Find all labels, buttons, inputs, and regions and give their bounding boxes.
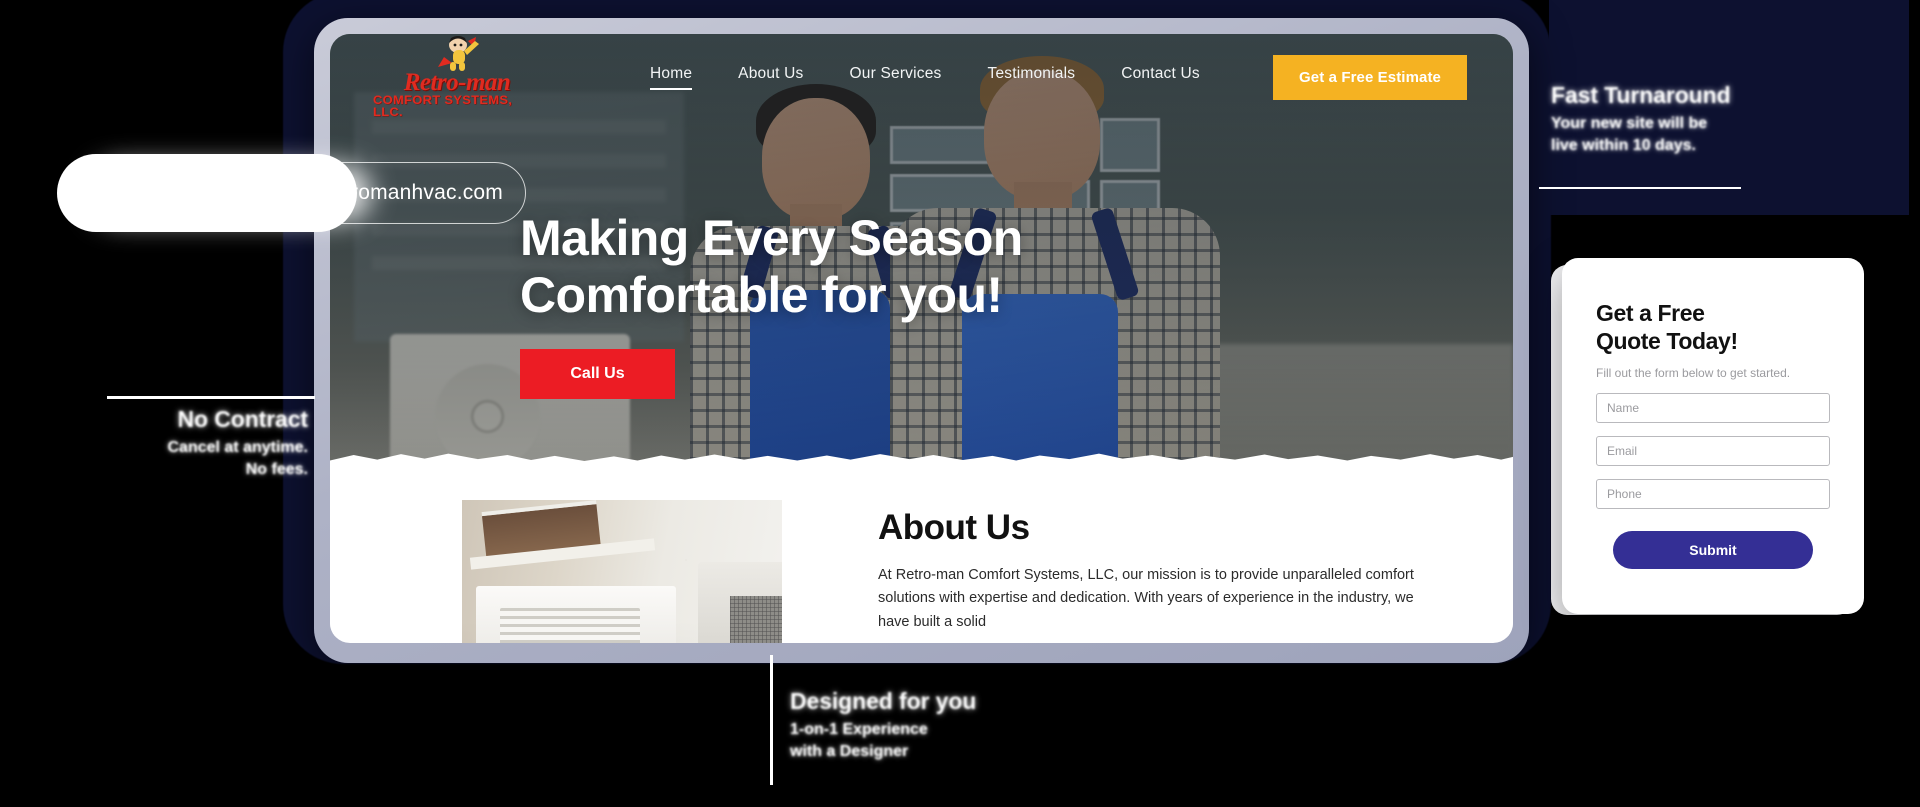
- about-section: About Us At Retro-man Comfort Systems, L…: [330, 476, 1513, 643]
- about-text-block: About Us At Retro-man Comfort Systems, L…: [878, 500, 1438, 636]
- annotation-connector-bottom: [770, 655, 773, 785]
- annotation-left-title: No Contract: [177, 406, 308, 432]
- nav-item-our-services[interactable]: Our Services: [850, 65, 942, 90]
- hero-heading-line-2: Comfortable for you!: [520, 266, 1003, 323]
- quote-form-card: Get a Free Quote Today! Fill out the for…: [1562, 258, 1864, 614]
- quote-name-input[interactable]: [1596, 393, 1830, 424]
- quote-email-input[interactable]: [1596, 436, 1830, 467]
- quote-card-title: Get a Free Quote Today!: [1596, 300, 1830, 355]
- annotation-bottom-sub-line-2: with a Designer: [790, 742, 909, 760]
- quote-submit-button[interactable]: Submit: [1613, 531, 1813, 570]
- nav-item-contact-us[interactable]: Contact Us: [1121, 65, 1200, 90]
- annotation-left-sub-line-1: Cancel at anytime.: [167, 439, 309, 456]
- annotation-right-subtitle: Your new site will be live within 10 day…: [1551, 113, 1731, 156]
- site-navbar: Retro-man COMFORT SYSTEMS, LLC. Home Abo…: [330, 34, 1513, 120]
- hero-heading-line-1: Making Every Season: [520, 210, 1023, 266]
- annotation-designed-for-you: Designed for you 1-on-1 Experience with …: [790, 688, 976, 762]
- quote-title-line-2: Quote Today!: [1596, 327, 1738, 354]
- annotation-bottom-sub-line-1: 1-on-1 Experience: [790, 721, 928, 738]
- device-screen: Retro-man COMFORT SYSTEMS, LLC. Home Abo…: [330, 34, 1513, 643]
- call-us-button[interactable]: Call Us: [520, 349, 675, 399]
- logo-wordmark: Retro-man: [403, 68, 511, 96]
- annotation-fast-turnaround: Fast Turnaround Your new site will be li…: [1551, 82, 1731, 156]
- hero-section: Retro-man COMFORT SYSTEMS, LLC. Home Abo…: [330, 34, 1513, 476]
- quote-phone-input[interactable]: [1596, 479, 1830, 510]
- annotation-connector-left: [107, 396, 315, 399]
- get-free-estimate-button[interactable]: Get a Free Estimate: [1273, 54, 1467, 100]
- annotation-left-sub-line-2: No fees.: [245, 460, 308, 478]
- nav-item-about-us[interactable]: About Us: [738, 65, 803, 90]
- annotation-bottom-subtitle: 1-on-1 Experience with a Designer: [790, 719, 976, 762]
- annotation-left-subtitle: Cancel at anytime. No fees.: [108, 437, 309, 480]
- device-frame: Retro-man COMFORT SYSTEMS, LLC. Home Abo…: [314, 18, 1529, 663]
- about-heading: About Us: [878, 508, 1030, 547]
- url-pill-white-overlay: [57, 154, 357, 232]
- quote-card-subtitle: Fill out the form below to get started.: [1596, 366, 1791, 381]
- nav-item-testimonials[interactable]: Testimonials: [988, 65, 1076, 90]
- annotation-connector-right: [1539, 187, 1741, 189]
- nav-links: Home About Us Our Services Testimonials …: [650, 65, 1200, 90]
- hero-heading: Making Every Season Comfortable for you!: [520, 210, 1023, 323]
- site-logo[interactable]: Retro-man COMFORT SYSTEMS, LLC.: [373, 35, 532, 119]
- annotation-bottom-title: Designed for you: [790, 688, 977, 714]
- annotation-right-title: Fast Turnaround: [1551, 82, 1731, 108]
- quote-title-line-1: Get a Free: [1596, 300, 1705, 326]
- nav-item-home[interactable]: Home: [650, 65, 693, 90]
- hero-content: Making Every Season Comfortable for you!…: [520, 210, 1023, 399]
- annotation-right-sub-line-1: Your new site will be: [1551, 115, 1708, 132]
- annotation-no-contract: No Contract Cancel at anytime. No fees.: [108, 406, 309, 480]
- about-paragraph: At Retro-man Comfort Systems, LLC, our m…: [878, 567, 1414, 630]
- annotation-right-sub-line-2: live within 10 days.: [1551, 136, 1696, 154]
- logo-subtitle: COMFORT SYSTEMS, LLC.: [373, 94, 513, 119]
- about-image: [462, 500, 782, 643]
- mockup-stage: Retro-man COMFORT SYSTEMS, LLC. Home Abo…: [0, 0, 1920, 807]
- superhero-mascot-icon: [382, 35, 532, 72]
